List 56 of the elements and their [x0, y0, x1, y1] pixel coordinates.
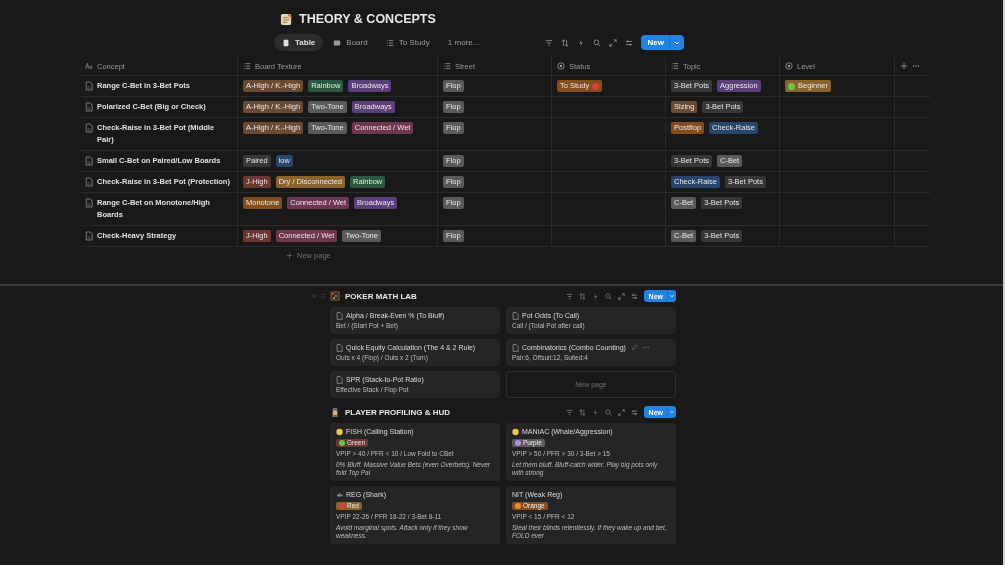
page-icon: [336, 343, 343, 352]
expand-icon[interactable]: [617, 292, 625, 300]
page-icon: [85, 156, 93, 166]
sort-icon[interactable]: [578, 408, 586, 416]
fish-icon: [336, 490, 343, 499]
settings-icon[interactable]: [624, 38, 633, 47]
view-tab[interactable]: Board: [325, 34, 376, 51]
search-icon[interactable]: [604, 408, 612, 416]
edit-icon[interactable]: [630, 344, 638, 351]
page-icon: [336, 375, 343, 384]
abacus-icon: [330, 291, 340, 301]
list-icon: [243, 62, 251, 70]
drag-handle-icon[interactable]: [319, 292, 327, 300]
text-property-icon: [85, 62, 93, 70]
list-icon: [671, 62, 679, 70]
view-tab[interactable]: Table: [274, 34, 324, 51]
page-icon: [85, 81, 93, 91]
status-icon: [785, 62, 793, 70]
board-icon: [333, 38, 342, 47]
page-icon: [85, 231, 93, 241]
page-icon: [85, 177, 93, 187]
page-icon: [512, 343, 519, 352]
search-icon[interactable]: [592, 38, 601, 47]
page-icon: [512, 311, 519, 320]
filter-icon[interactable]: [565, 408, 573, 416]
chevron-down-icon[interactable]: [668, 408, 676, 416]
more-views-link[interactable]: 1 more...: [439, 34, 488, 51]
notepad-icon: [280, 12, 293, 26]
view-tab[interactable]: To Study: [377, 34, 438, 51]
chevron-down-icon[interactable]: [668, 292, 676, 300]
search-icon[interactable]: [604, 292, 612, 300]
page-icon: [85, 123, 93, 133]
more-icon[interactable]: [912, 62, 920, 70]
page-title: THEORY & CONCEPTS: [299, 12, 436, 26]
section-title: POKER MATH LAB: [345, 291, 417, 301]
page-icon: [85, 198, 93, 208]
lightning-icon[interactable]: [591, 408, 599, 416]
page-icon: [85, 102, 93, 112]
lightning-icon[interactable]: [591, 292, 599, 300]
plus-icon[interactable]: [900, 62, 908, 70]
sort-icon[interactable]: [578, 292, 586, 300]
settings-icon[interactable]: [630, 292, 638, 300]
section-title: PLAYER PROFILING & HUD: [345, 407, 451, 417]
expand-icon[interactable]: [617, 408, 625, 416]
list-icon: [385, 38, 394, 47]
table-icon: [282, 38, 290, 47]
status-icon: [557, 62, 565, 70]
expand-icon[interactable]: [608, 38, 617, 47]
filter-icon[interactable]: [544, 38, 553, 47]
list-icon: [443, 62, 451, 70]
filter-icon[interactable]: [565, 292, 573, 300]
more-icon[interactable]: [642, 344, 650, 351]
plus-icon: [286, 252, 293, 259]
sort-icon[interactable]: [560, 38, 569, 47]
settings-icon[interactable]: [630, 408, 638, 416]
page-icon: [336, 311, 343, 320]
